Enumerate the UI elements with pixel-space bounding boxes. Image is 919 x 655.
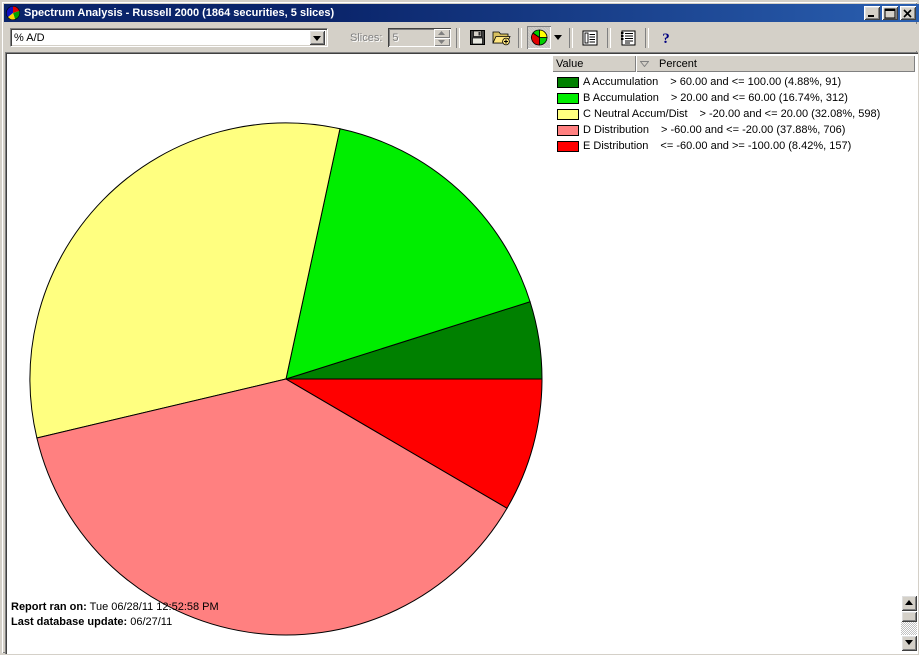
legend-row[interactable]: C Neutral Accum/Dist > -20.00 and <= 20.0… xyxy=(552,106,915,122)
report-ran-label: Report ran on: xyxy=(11,601,87,613)
legend-row-range: > 20.00 and <= 60.00 (16.74%, 312) xyxy=(670,92,848,104)
legend-row-name: C Neutral Accum/Dist xyxy=(583,108,688,120)
scrollbar-thumb[interactable] xyxy=(901,611,917,622)
chevron-down-icon xyxy=(553,35,562,40)
slices-value: 5 xyxy=(392,31,399,44)
triangle-up-icon xyxy=(438,31,446,35)
legend-row-name: D Distribution xyxy=(583,124,650,136)
minimize-button[interactable] xyxy=(864,6,880,20)
toolbar-separator xyxy=(456,27,461,48)
toolbar-separator xyxy=(607,27,612,48)
open-button[interactable] xyxy=(489,26,513,49)
toolbar: % A/D Slices: 5 ? xyxy=(5,24,918,51)
toolbar-separator xyxy=(569,27,574,48)
report-footer: Report ran on: Tue 06/28/11 12:52:58 PM … xyxy=(11,600,219,630)
legend-column-value[interactable]: Value xyxy=(552,55,636,72)
report-client-area: Value Percent A Accumulation > 60.00 and … xyxy=(5,52,918,654)
legend-row[interactable]: E Distribution <= -60.00 and >= -100.00 (… xyxy=(552,138,915,154)
help-button[interactable]: ? xyxy=(654,26,678,49)
toolbar-separator xyxy=(645,27,650,48)
save-button[interactable] xyxy=(465,26,489,49)
indicator-select[interactable]: % A/D xyxy=(10,28,328,47)
pie-chart-dropdown[interactable] xyxy=(551,26,564,49)
db-update-line: Last database update: 06/27/11 xyxy=(11,615,219,630)
pie-chart-icon xyxy=(531,29,548,46)
pie-chart-canvas xyxy=(29,122,543,636)
maximize-icon xyxy=(884,8,896,19)
application-window: Spectrum Analysis - Russell 2000 (1864 s… xyxy=(0,0,919,655)
scroll-down-button[interactable] xyxy=(901,635,917,651)
detail-view-button[interactable] xyxy=(616,26,640,49)
maximize-button[interactable] xyxy=(882,6,898,20)
pie-chart-icon xyxy=(5,5,21,21)
legend-color-swatch xyxy=(557,76,579,88)
legend-row-name: B Accumulation xyxy=(583,92,659,104)
vertical-scrollbar[interactable] xyxy=(901,595,917,651)
legend-row-range: > -60.00 and <= -20.00 (37.88%, 706) xyxy=(661,124,846,136)
slices-label: Slices: xyxy=(350,31,383,44)
legend-row-range: <= -60.00 and >= -100.00 (8.42%, 157) xyxy=(660,140,852,152)
list-report-icon xyxy=(582,30,598,45)
legend-header: Value Percent xyxy=(552,55,915,72)
slices-decrement-button xyxy=(434,37,451,46)
pie-chart-view-button[interactable] xyxy=(527,26,552,49)
slices-stepper-buttons xyxy=(434,29,451,46)
svg-text:?: ? xyxy=(663,31,671,46)
legend-panel: Value Percent A Accumulation > 60.00 and … xyxy=(552,55,915,158)
slices-stepper: 5 xyxy=(388,28,452,47)
detail-list-icon xyxy=(621,30,636,45)
legend-color-swatch xyxy=(557,124,579,136)
chevron-down-icon xyxy=(313,36,321,41)
report-view-button[interactable] xyxy=(578,26,602,49)
legend-rows: A Accumulation > 60.00 and <= 100.00 (4.8… xyxy=(552,72,915,154)
legend-row[interactable]: A Accumulation > 60.00 and <= 100.00 (4.8… xyxy=(552,74,915,90)
legend-column-percent[interactable]: Percent xyxy=(636,55,915,72)
triangle-up-icon xyxy=(905,600,913,605)
pie-chart xyxy=(5,52,553,654)
scroll-up-button[interactable] xyxy=(901,595,917,611)
close-icon xyxy=(903,9,912,18)
legend-column-value-label: Value xyxy=(556,57,584,70)
minimize-icon xyxy=(868,15,874,17)
report-ran-line: Report ran on: Tue 06/28/11 12:52:58 PM xyxy=(11,600,219,615)
slices-increment-button xyxy=(434,29,451,38)
toolbar-separator xyxy=(518,27,523,48)
legend-color-swatch xyxy=(557,92,579,104)
legend-row[interactable]: D Distribution > -60.00 and <= -20.00 (37… xyxy=(552,122,915,138)
open-folder-plus-icon xyxy=(492,31,511,46)
title-bar[interactable]: Spectrum Analysis - Russell 2000 (1864 s… xyxy=(4,4,919,22)
close-button[interactable] xyxy=(900,6,916,20)
legend-color-swatch xyxy=(557,140,579,152)
legend-color-swatch xyxy=(557,108,579,120)
scrollbar-track[interactable] xyxy=(901,622,917,635)
floppy-disk-icon xyxy=(469,30,485,45)
legend-column-percent-label: Percent xyxy=(659,57,697,70)
triangle-down-icon xyxy=(905,640,913,645)
sort-descending-icon xyxy=(640,60,649,67)
db-update-label: Last database update: xyxy=(11,616,128,628)
legend-row-name: A Accumulation xyxy=(583,76,659,88)
legend-row-range: > 60.00 and <= 100.00 (4.88%, 91) xyxy=(670,76,842,88)
db-update-value: 06/27/11 xyxy=(130,616,173,628)
triangle-down-icon xyxy=(438,39,446,44)
window-title: Spectrum Analysis - Russell 2000 (1864 s… xyxy=(24,7,335,19)
legend-row[interactable]: B Accumulation > 20.00 and <= 60.00 (16.7… xyxy=(552,90,915,106)
question-mark-icon: ? xyxy=(663,31,671,46)
report-ran-value: Tue 06/28/11 12:52:58 PM xyxy=(89,601,219,613)
legend-row-range: > -20.00 and <= 20.00 (32.08%, 598) xyxy=(699,108,881,120)
indicator-select-value: % A/D xyxy=(14,31,45,44)
legend-row-name: E Distribution xyxy=(583,140,649,152)
indicator-select-arrow[interactable] xyxy=(309,30,325,45)
